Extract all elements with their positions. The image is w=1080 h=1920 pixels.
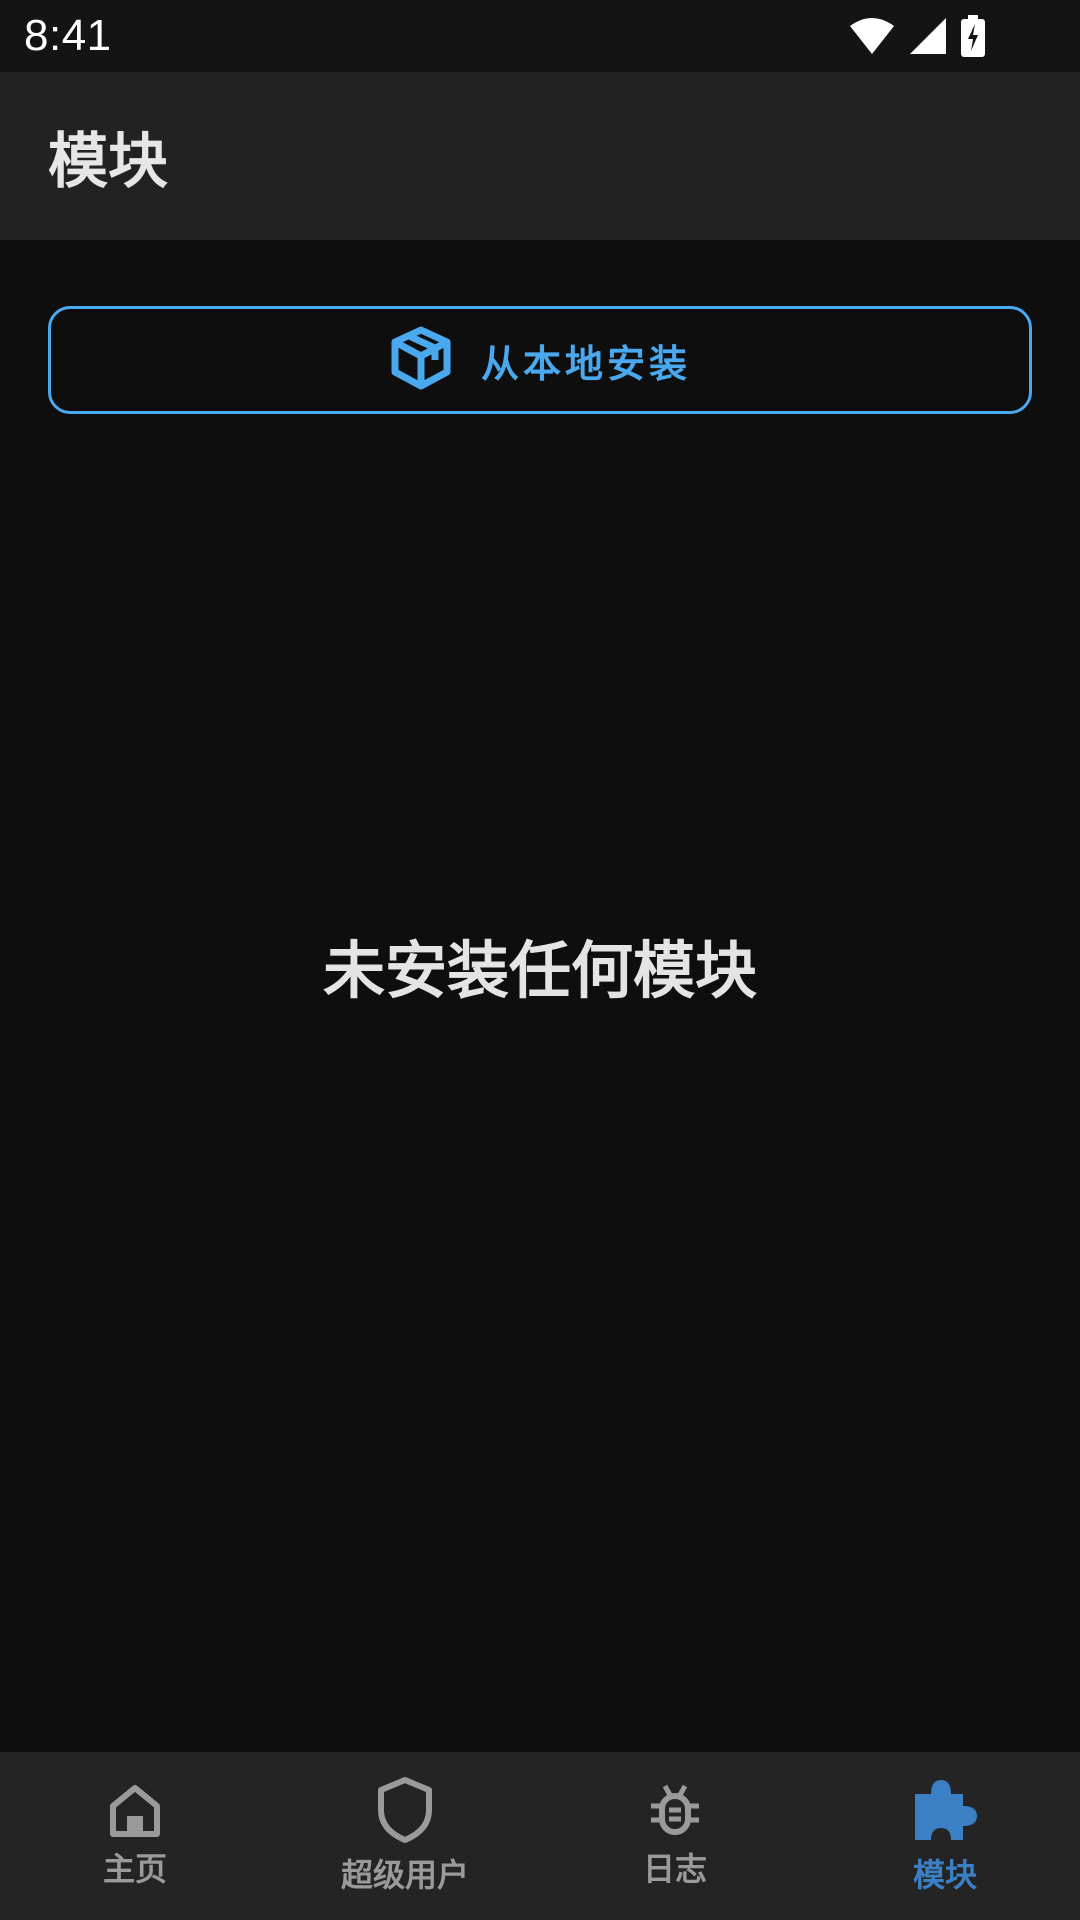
- empty-state-message: 未安装任何模块: [322, 934, 757, 1007]
- install-button-label: 从本地安装: [480, 341, 691, 386]
- nav-item-home[interactable]: 主页: [0, 1752, 270, 1920]
- status-bar: 8:41: [0, 0, 1080, 72]
- battery-charging-icon: [960, 15, 986, 57]
- app-bar: 模块: [0, 72, 1080, 240]
- nav-item-superuser[interactable]: 超级用户: [270, 1752, 540, 1920]
- nav-label-home: 主页: [102, 1850, 167, 1888]
- bug-icon: [647, 1782, 703, 1838]
- home-icon: [107, 1782, 163, 1838]
- shield-icon: [377, 1776, 433, 1844]
- page-title: 模块: [48, 126, 168, 197]
- nav-label-logs: 日志: [642, 1850, 707, 1888]
- wifi-icon: [848, 16, 896, 56]
- puzzle-icon: [911, 1776, 979, 1844]
- cell-signal-icon: [908, 16, 948, 56]
- status-time: 8:41: [24, 11, 112, 60]
- nav-label-superuser: 超级用户: [340, 1856, 469, 1894]
- nav-item-logs[interactable]: 日志: [540, 1752, 810, 1920]
- status-icons: [848, 15, 986, 57]
- package-icon: [389, 326, 453, 394]
- nav-item-modules[interactable]: 模块: [810, 1752, 1080, 1920]
- install-from-local-button[interactable]: 从本地安装: [48, 306, 1032, 414]
- bottom-navigation: 主页 超级用户 日志 模块: [0, 1752, 1080, 1920]
- nav-label-modules: 模块: [912, 1856, 977, 1894]
